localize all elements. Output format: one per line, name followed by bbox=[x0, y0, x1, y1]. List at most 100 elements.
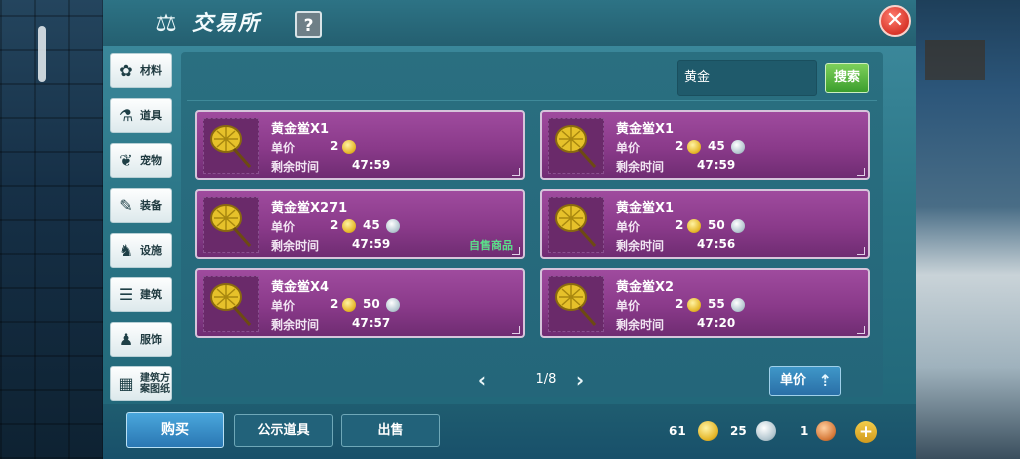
item-name: 黄金鲎X2 bbox=[616, 280, 675, 295]
time-left: 47:59 bbox=[352, 237, 391, 251]
category-clothing[interactable]: ♟ 服饰 bbox=[110, 322, 172, 357]
background-scene-left bbox=[0, 0, 103, 459]
price-label: 单价 bbox=[271, 141, 296, 155]
equipment-icon: ✎ bbox=[119, 196, 133, 215]
gold-price: 2 bbox=[330, 297, 339, 311]
silver-coin-icon bbox=[731, 219, 745, 233]
page-indicator: 1/8 bbox=[535, 372, 557, 387]
clothing-icon: ♟ bbox=[118, 330, 134, 349]
silver-price: 55 bbox=[708, 297, 725, 311]
search-input[interactable]: 黄金 bbox=[677, 60, 817, 96]
corner-mark bbox=[512, 168, 520, 176]
category-equipment[interactable]: ✎ 装备 bbox=[110, 188, 172, 223]
gold-price: 2 bbox=[675, 218, 684, 232]
listing-card[interactable]: 黄金鲎X1 单价 2 剩余时间 47:59 bbox=[195, 110, 525, 180]
category-label: 装备 bbox=[140, 198, 162, 212]
search-button[interactable]: 搜索 bbox=[825, 63, 869, 93]
listing-card[interactable]: 黄金鲎X1 单价 2 45 剩余时间 47:59 bbox=[540, 110, 870, 180]
background-scene-right bbox=[910, 0, 1020, 459]
category-pet[interactable]: ❦ 宠物 bbox=[110, 143, 172, 178]
time-left-label: 剩余时间 bbox=[616, 160, 665, 174]
gold-coin-icon bbox=[342, 298, 356, 312]
blueprint-icon: ▦ bbox=[118, 374, 134, 393]
time-left: 47:59 bbox=[697, 158, 736, 172]
item-thumbnail bbox=[548, 197, 604, 253]
silver-coin-icon bbox=[731, 298, 745, 312]
gold-price: 2 bbox=[675, 297, 684, 311]
paw-icon: ❦ bbox=[119, 151, 133, 170]
category-label: 材料 bbox=[140, 63, 162, 77]
item-thumbnail bbox=[548, 276, 604, 332]
building-icon: ☰ bbox=[118, 285, 134, 304]
silver-coin-icon bbox=[386, 219, 400, 233]
sort-by-price-button[interactable]: 单价 ⇡ bbox=[769, 366, 841, 396]
silver-coin-icon bbox=[731, 140, 745, 154]
tab-buy[interactable]: 购买 bbox=[126, 412, 224, 448]
scales-icon: ⚖ bbox=[155, 9, 177, 37]
category-material[interactable]: ✿ 材料 bbox=[110, 53, 172, 88]
corner-mark bbox=[857, 168, 865, 176]
add-currency-button[interactable]: + bbox=[855, 421, 877, 443]
sort-arrow-icon: ⇡ bbox=[818, 371, 832, 390]
gold-price: 2 bbox=[330, 139, 339, 153]
exchange-panel: ⚖ 交易所 ? ✕ ✿ 材料 ⚗ 道具 ❦ 宠物 ✎ 装备 ♞ 设施 ☰ 建筑 … bbox=[103, 0, 916, 459]
listing-area: 黄金 搜索 黄金鲎X1 单价 2 剩余时间 47:59 黄金鲎X1 单价 2 4… bbox=[181, 52, 883, 397]
close-button[interactable]: ✕ bbox=[879, 5, 911, 37]
category-building[interactable]: ☰ 建筑 bbox=[110, 277, 172, 312]
silver-price: 50 bbox=[363, 297, 380, 311]
item-thumbnail bbox=[203, 276, 259, 332]
listing-card[interactable]: 黄金鲎X271 单价 2 45 剩余时间 47:59 自售商品 bbox=[195, 189, 525, 259]
time-left: 47:59 bbox=[352, 158, 391, 172]
category-label: 宠物 bbox=[140, 153, 162, 167]
category-label-line1: 建筑方 bbox=[140, 372, 170, 384]
gold-coin-icon bbox=[687, 219, 701, 233]
silver-price: 50 bbox=[708, 218, 725, 232]
golden-fan-icon bbox=[210, 125, 252, 168]
time-left: 47:20 bbox=[697, 316, 736, 330]
copper-balance: 1 bbox=[800, 424, 809, 438]
item-thumbnail bbox=[548, 118, 604, 174]
listing-card[interactable]: 黄金鲎X4 单价 2 50 剩余时间 47:57 bbox=[195, 268, 525, 338]
listing-card[interactable]: 黄金鲎X1 单价 2 50 剩余时间 47:56 bbox=[540, 189, 870, 259]
golden-fan-icon bbox=[555, 204, 597, 247]
category-label: 服饰 bbox=[140, 332, 162, 346]
chevron-right-icon[interactable]: › bbox=[573, 370, 587, 390]
gold-price: 2 bbox=[675, 139, 684, 153]
divider bbox=[187, 100, 877, 101]
item-name: 黄金鲎X1 bbox=[616, 122, 675, 137]
time-left-label: 剩余时间 bbox=[271, 318, 320, 332]
golden-fan-icon bbox=[210, 204, 252, 247]
material-icon: ✿ bbox=[119, 61, 133, 80]
time-left: 47:57 bbox=[352, 316, 391, 330]
gold-coin-icon bbox=[342, 140, 356, 154]
chevron-left-icon[interactable]: ‹ bbox=[475, 370, 489, 390]
silver-price: 45 bbox=[363, 218, 380, 232]
gold-coin-icon bbox=[687, 298, 701, 312]
category-label: 设施 bbox=[140, 243, 162, 257]
sort-label: 单价 bbox=[780, 373, 807, 388]
category-item[interactable]: ⚗ 道具 bbox=[110, 98, 172, 133]
tab-public-items[interactable]: 公示道具 bbox=[234, 414, 333, 447]
silver-coin-icon bbox=[756, 421, 776, 441]
item-name: 黄金鲎X4 bbox=[271, 280, 330, 295]
tab-sell[interactable]: 出售 bbox=[341, 414, 440, 447]
price-label: 单价 bbox=[616, 141, 641, 155]
category-blueprint[interactable]: ▦ 建筑方 案图纸 bbox=[110, 366, 172, 401]
help-button[interactable]: ? bbox=[295, 11, 322, 38]
golden-fan-icon bbox=[210, 283, 252, 326]
category-facility[interactable]: ♞ 设施 bbox=[110, 233, 172, 268]
listing-card[interactable]: 黄金鲎X2 单价 2 55 剩余时间 47:20 bbox=[540, 268, 870, 338]
golden-fan-icon bbox=[555, 283, 597, 326]
side-handle[interactable] bbox=[38, 26, 46, 82]
item-thumbnail bbox=[203, 118, 259, 174]
bottom-bar bbox=[103, 404, 916, 459]
self-sale-badge: 自售商品 bbox=[469, 239, 513, 252]
price-label: 单价 bbox=[616, 220, 641, 234]
silver-price: 45 bbox=[708, 139, 725, 153]
time-left-label: 剩余时间 bbox=[616, 318, 665, 332]
corner-mark bbox=[512, 326, 520, 334]
corner-mark bbox=[512, 247, 520, 255]
gold-price: 2 bbox=[330, 218, 339, 232]
gold-balance: 61 bbox=[669, 424, 686, 438]
page-title: 交易所 bbox=[192, 11, 261, 35]
